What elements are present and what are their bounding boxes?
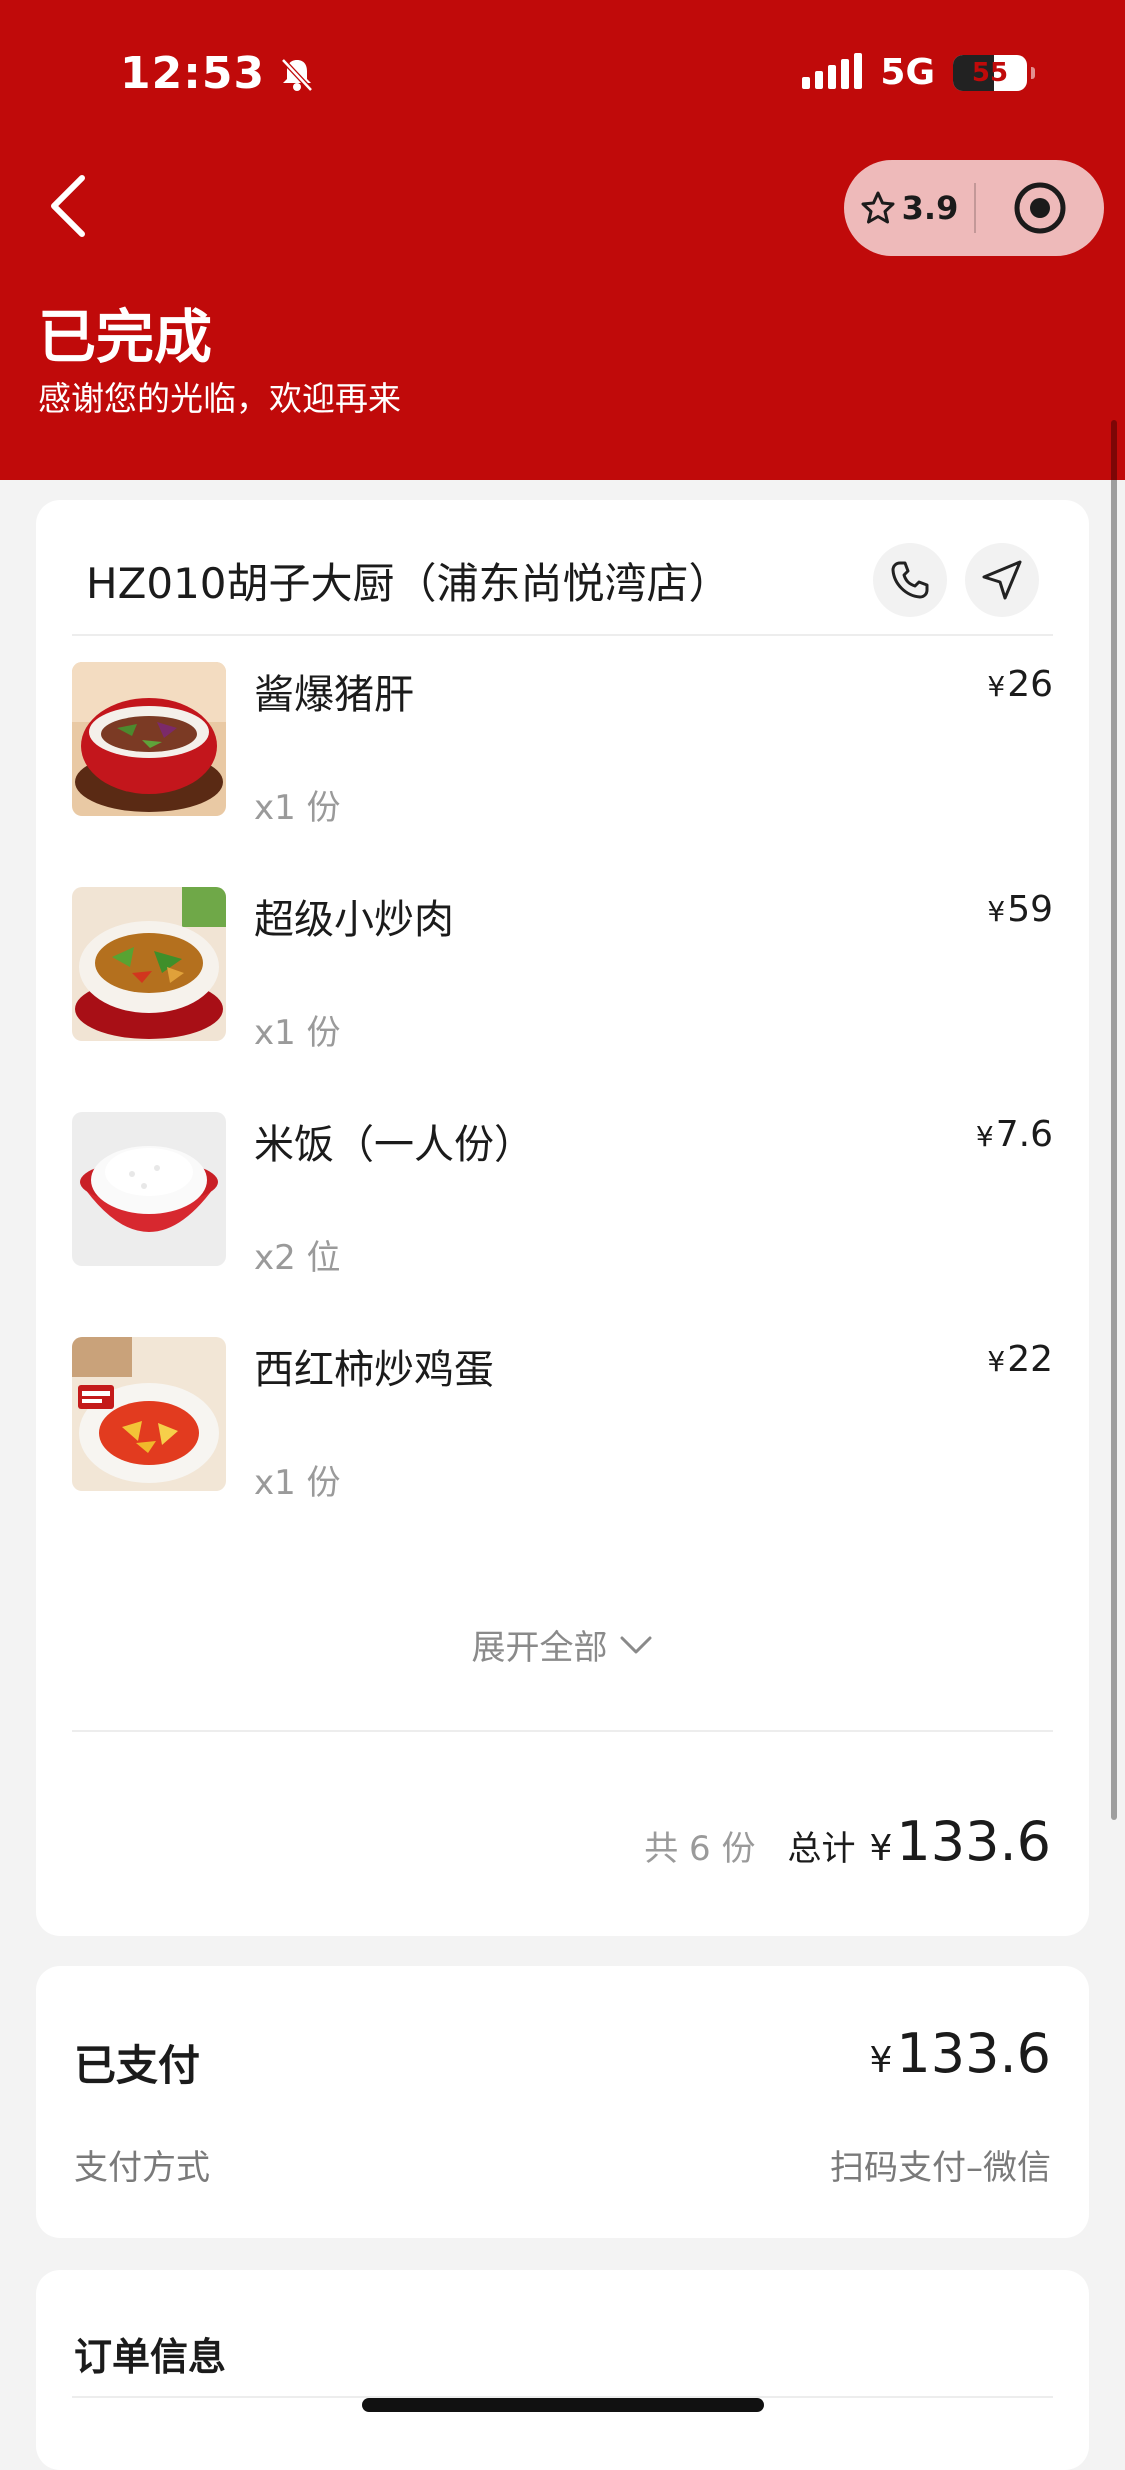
navigation-arrow-icon <box>982 560 1022 600</box>
dish-price: ¥ 59 <box>987 889 1053 930</box>
navigate-button[interactable] <box>965 543 1039 617</box>
battery-indicator: 55 <box>953 54 1035 91</box>
dish-image <box>72 1112 226 1266</box>
dish-name: 西红柿炒鸡蛋 <box>254 1347 494 1393</box>
home-indicator[interactable] <box>362 2398 764 2412</box>
expand-all-label: 展开全部 <box>471 1628 608 1668</box>
currency-symbol: ¥ <box>987 670 1006 703</box>
order-total-row: 共 6 份 总计 ¥133.6 <box>644 1810 1051 1873</box>
phone-icon <box>891 561 929 599</box>
price-value: 7.6 <box>995 1114 1053 1155</box>
total-divider <box>72 1730 1053 1732</box>
dish-name: 酱爆猪肝 <box>254 672 414 718</box>
dish-price: ¥ 26 <box>987 664 1053 705</box>
status-time: 12:53 <box>120 48 317 99</box>
list-item[interactable]: 酱爆猪肝 x1 份 ¥ 26 <box>72 662 1053 828</box>
time-text: 12:53 <box>120 48 266 99</box>
list-item[interactable]: 西红柿炒鸡蛋 x1 份 ¥ 22 <box>72 1337 1053 1503</box>
expand-all-button[interactable]: 展开全部 <box>36 1620 1089 1669</box>
dish-quantity: x2 位 <box>254 1238 341 1278</box>
dish-image <box>72 887 226 1041</box>
dish-price: ¥ 7.6 <box>976 1114 1053 1155</box>
payment-method-label: 支付方式 <box>74 2148 210 2188</box>
close-mini-program-button[interactable] <box>976 180 1104 236</box>
bell-muted-icon <box>281 57 313 92</box>
call-store-button[interactable] <box>873 543 947 617</box>
currency-symbol: ¥ <box>987 895 1006 928</box>
paid-amount: ¥ 133.6 <box>870 2022 1052 2085</box>
price-value: 26 <box>1007 664 1053 705</box>
price-value: 59 <box>1007 889 1053 930</box>
payment-card: 已支付 ¥ 133.6 支付方式 扫码支付–微信 <box>36 1966 1089 2238</box>
dish-quantity: x1 份 <box>254 788 341 828</box>
order-info-card: 订单信息 <box>36 2270 1089 2470</box>
mini-program-capsule: 3.9 <box>844 160 1104 256</box>
total-amount-value: 133.6 <box>896 1810 1051 1873</box>
total-label: 总计 <box>787 1829 856 1869</box>
currency-symbol: ¥ <box>975 1120 994 1153</box>
dish-image <box>72 662 226 816</box>
order-status-title: 已完成 <box>38 303 213 371</box>
scrollbar[interactable] <box>1111 420 1117 1820</box>
dish-quantity: x1 份 <box>254 1463 341 1503</box>
price-value: 22 <box>1007 1339 1053 1380</box>
currency-symbol: ¥ <box>869 2040 893 2081</box>
header: 12:53 5G 55 3.9 已完成 感谢您的光临，欢迎再来 <box>0 0 1125 480</box>
status-icons: 5G 55 <box>802 52 1035 93</box>
list-item[interactable]: 米饭（一人份） x2 位 ¥ 7.6 <box>72 1112 1053 1278</box>
rating-button[interactable]: 3.9 <box>844 189 974 227</box>
dish-price: ¥ 22 <box>987 1339 1053 1380</box>
store-divider <box>72 634 1053 636</box>
order-status-subtitle: 感谢您的光临，欢迎再来 <box>38 379 401 418</box>
dish-quantity: x1 份 <box>254 1013 341 1053</box>
cellular-signal-icon <box>802 52 863 89</box>
battery-text: 55 <box>971 57 1009 88</box>
star-icon <box>861 191 895 224</box>
dish-image <box>72 1337 226 1491</box>
order-card: HZ010胡子大厨（浦东尚悦湾店） 酱爆猪肝 x1 份 ¥ 26 超级小炒肉 x… <box>36 500 1089 1936</box>
paid-amount-value: 133.6 <box>896 2022 1051 2085</box>
currency-symbol: ¥ <box>987 1345 1006 1378</box>
total-count: 共 6 份 <box>644 1829 756 1869</box>
dish-name: 超级小炒肉 <box>254 897 454 943</box>
battery-cap <box>1031 66 1035 79</box>
target-icon <box>1014 182 1066 234</box>
payment-status: 已支付 <box>74 2041 201 2090</box>
network-type: 5G <box>880 52 935 93</box>
chevron-down-icon <box>620 1636 651 1653</box>
payment-method-value: 扫码支付–微信 <box>830 2148 1051 2188</box>
store-name[interactable]: HZ010胡子大厨（浦东尚悦湾店） <box>86 550 855 611</box>
dish-name: 米饭（一人份） <box>254 1122 534 1168</box>
total-amount: ¥133.6 <box>870 1810 1052 1873</box>
back-button[interactable] <box>40 170 100 242</box>
store-row: HZ010胡子大厨（浦东尚悦湾店） <box>86 540 1039 620</box>
order-info-title: 订单信息 <box>74 2335 227 2379</box>
rating-value: 3.9 <box>901 189 959 227</box>
list-item[interactable]: 超级小炒肉 x1 份 ¥ 59 <box>72 887 1053 1053</box>
currency-symbol: ¥ <box>869 1828 893 1869</box>
